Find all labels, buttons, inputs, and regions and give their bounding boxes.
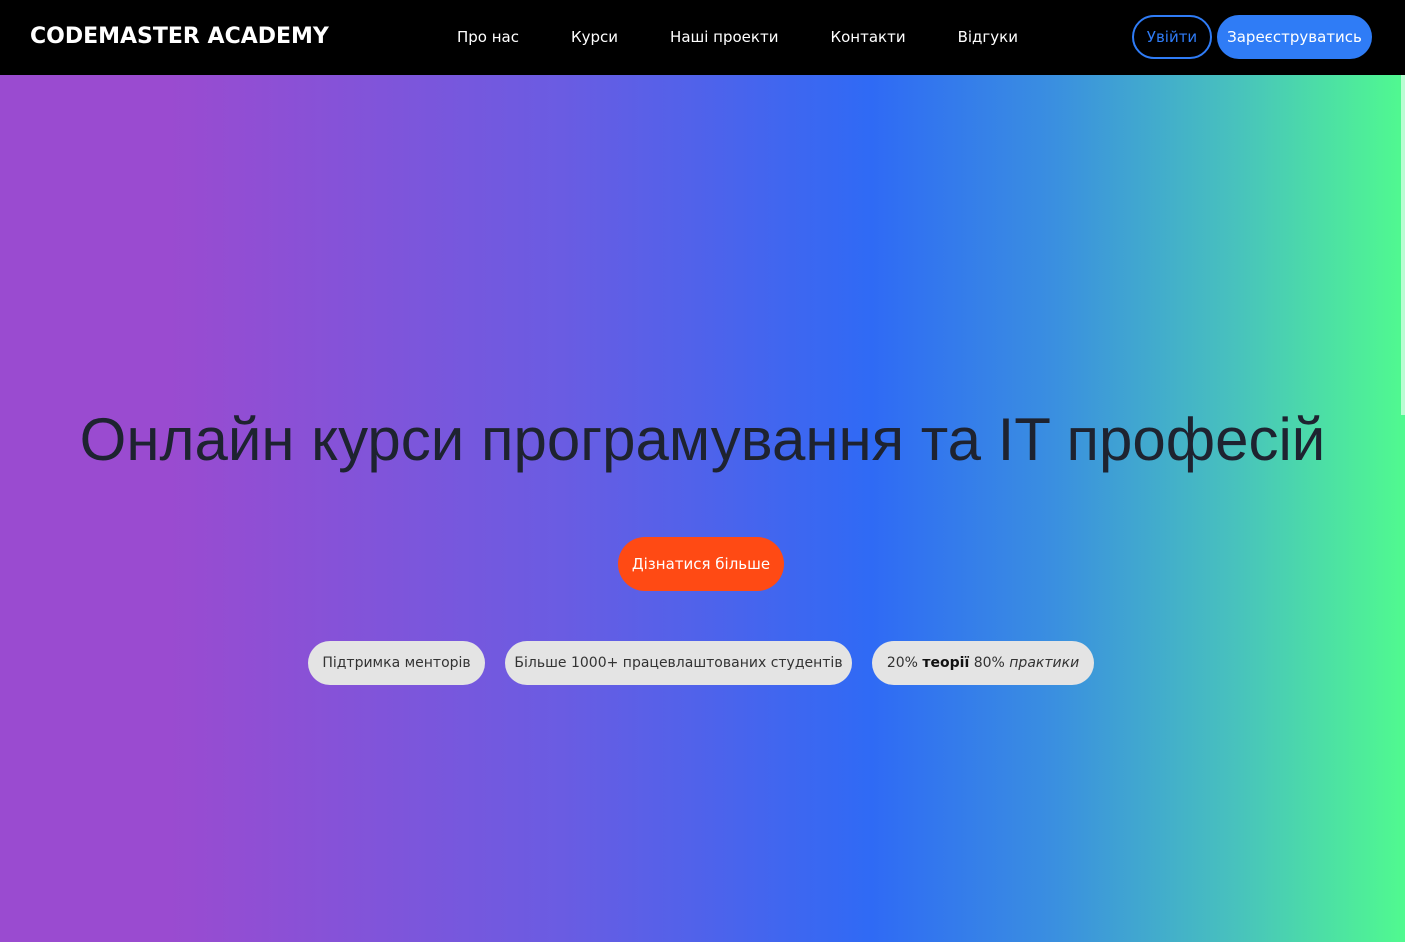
learn-more-button[interactable]: Дізнатися більше	[618, 537, 784, 591]
feature-pill-mentors: Підтримка менторів	[308, 641, 485, 685]
landing-page: CODEMASTER ACADEMY Про нас Курси Наші пр…	[0, 0, 1405, 942]
feature-pill-label: Більше 1000+ працевлаштованих студентів	[514, 655, 843, 671]
hero-section: Онлайн курси програмування та IT професі…	[0, 75, 1405, 942]
feature-pill-middle: 80%	[969, 655, 1010, 671]
nav-link-about[interactable]: Про нас	[457, 26, 519, 48]
scrollbar[interactable]	[1401, 75, 1405, 415]
feature-pill-italic: практики	[1009, 655, 1080, 671]
nav-link-reviews[interactable]: Відгуки	[958, 26, 1018, 48]
feature-pill-prefix: 20%	[886, 655, 923, 671]
hero-title: Онлайн курси програмування та IT професі…	[79, 406, 1326, 473]
nav-link-courses[interactable]: Курси	[571, 26, 618, 48]
register-button[interactable]: Зареєструватись	[1217, 15, 1372, 59]
feature-pill-label: Підтримка менторів	[322, 655, 471, 671]
site-logo[interactable]: CODEMASTER ACADEMY	[30, 22, 329, 52]
feature-pill-employed: Більше 1000+ працевлаштованих студентів	[505, 641, 852, 685]
top-navbar: CODEMASTER ACADEMY Про нас Курси Наші пр…	[0, 0, 1405, 75]
nav-link-projects[interactable]: Наші проекти	[670, 26, 778, 48]
login-button[interactable]: Увійти	[1132, 15, 1212, 59]
main-nav: Про нас Курси Наші проекти Контакти Відг…	[457, 26, 1018, 48]
feature-pill-bold: теорії	[922, 655, 970, 671]
feature-pill-theory-practice: 20% теорії 80% практики	[872, 641, 1094, 685]
nav-link-contacts[interactable]: Контакти	[830, 26, 905, 48]
